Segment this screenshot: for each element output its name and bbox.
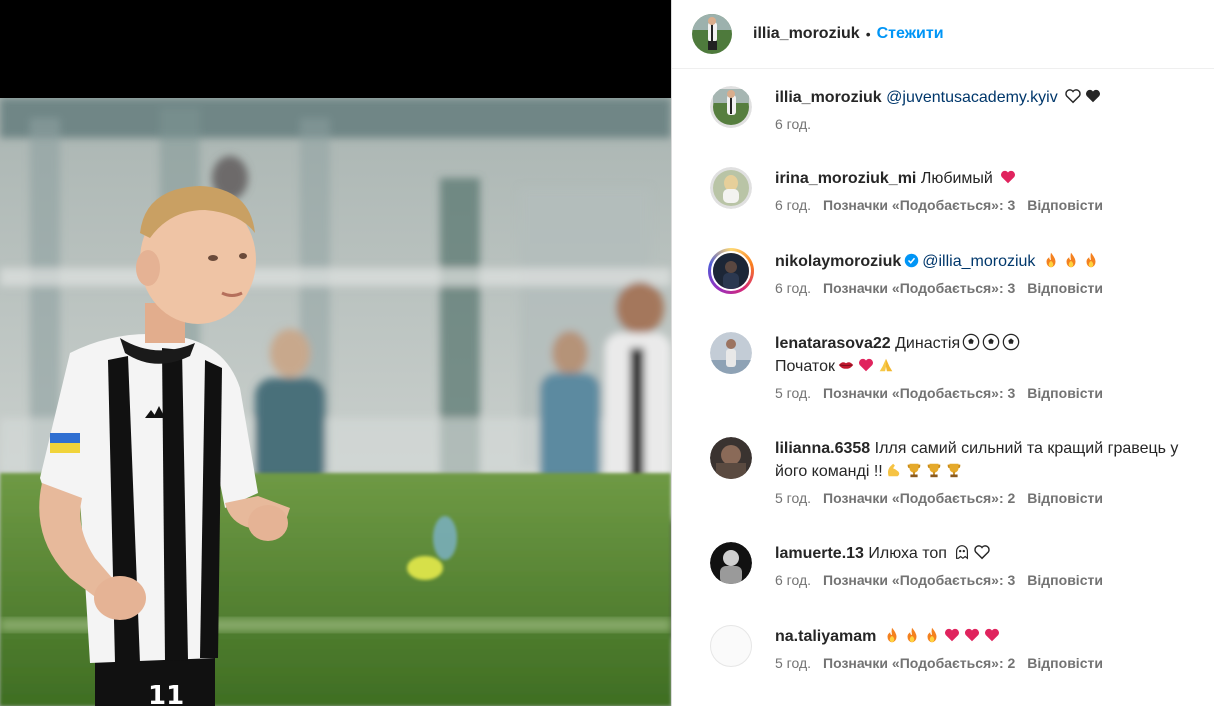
red-heart-icon	[944, 628, 959, 642]
comment-username[interactable]: lenatarasova22	[775, 335, 891, 352]
post-header: illia_moroziuk • Стежити	[672, 0, 1214, 69]
flexed-biceps-icon	[887, 463, 899, 477]
comment-text: Илюха топ	[868, 545, 947, 562]
commenter-avatar[interactable]	[710, 542, 752, 584]
comment-text: Любимый	[920, 170, 993, 187]
post-photo[interactable]: 11	[0, 98, 671, 706]
commenter-avatar[interactable]	[710, 332, 752, 374]
comment-time: 5 год.	[775, 490, 812, 506]
svg-text:11: 11	[148, 681, 184, 706]
reply-button[interactable]: Відповісти	[1027, 572, 1103, 588]
comment-time: 6 год.	[775, 116, 812, 132]
verified-badge-icon	[905, 253, 919, 268]
ghost-icon	[956, 545, 969, 560]
header-separator: •	[865, 26, 871, 42]
kiss-lips-icon	[838, 362, 854, 369]
comment-time: 6 год.	[775, 572, 812, 588]
likes-count-link[interactable]: Позначки «Подобається»: 3	[823, 572, 1015, 588]
commenter-avatar-story-ring[interactable]	[708, 248, 754, 294]
list-item: illia_moroziuk @juventusacademy.kyiv 6 г…	[710, 86, 1214, 132]
comment-username[interactable]: irina_moroziuk_mi	[775, 170, 916, 187]
fire-icon	[1086, 252, 1096, 268]
soccer-ball-icon	[962, 333, 980, 351]
red-heart-icon	[984, 628, 999, 642]
commenter-avatar[interactable]	[710, 86, 752, 128]
fire-icon	[907, 627, 917, 643]
list-item: nikolaymoroziuk @illia_moroziuk 6 год. По…	[708, 248, 1214, 296]
trophy-icon	[907, 463, 921, 478]
comment-username[interactable]: na.taliyamam	[775, 628, 876, 645]
comment-time: 6 год.	[775, 280, 812, 296]
fire-icon	[1066, 252, 1076, 268]
likes-count-link[interactable]: Позначки «Подобається»: 3	[823, 385, 1015, 401]
likes-count-link[interactable]: Позначки «Подобається»: 2	[823, 655, 1015, 671]
likes-count-link[interactable]: Позначки «Подобається»: 2	[823, 490, 1015, 506]
trophy-icon	[947, 463, 961, 478]
reply-button[interactable]: Відповісти	[1027, 280, 1103, 296]
follow-button[interactable]: Стежити	[877, 25, 944, 43]
comment-time: 5 год.	[775, 655, 812, 671]
post-media-panel: 11	[0, 0, 671, 706]
commenter-avatar[interactable]	[710, 437, 752, 479]
list-item: irina_moroziuk_mi Любимый 6 год. Позначк…	[710, 167, 1214, 213]
list-item: lamuerte.13 Илюха топ 6 год. Позначки «П…	[710, 542, 1214, 588]
comment-username[interactable]: nikolaymoroziuk	[775, 253, 901, 270]
white-heart-icon	[974, 545, 991, 560]
likes-count-link[interactable]: Позначки «Подобається»: 3	[823, 197, 1015, 213]
red-heart-icon	[1001, 170, 1016, 184]
comment-time: 5 год.	[775, 385, 812, 401]
comment-time: 6 год.	[775, 197, 812, 213]
soccer-ball-icon	[982, 333, 1000, 351]
comment-mention[interactable]: @juventusacademy.kyiv	[886, 89, 1058, 106]
reply-button[interactable]: Відповісти	[1027, 197, 1103, 213]
comment-text-line2: Початок	[775, 358, 835, 375]
reply-button[interactable]: Відповісти	[1027, 490, 1103, 506]
reply-button[interactable]: Відповісти	[1027, 385, 1103, 401]
trophy-icon	[927, 463, 941, 478]
comment-username[interactable]: lilianna.6358	[775, 440, 870, 457]
white-heart-icon	[1065, 89, 1081, 104]
soccer-ball-icon	[1002, 333, 1020, 351]
red-heart-icon	[964, 628, 979, 642]
red-heart-icon	[858, 358, 874, 372]
fire-icon	[1046, 252, 1056, 268]
folded-hands-icon	[879, 358, 893, 372]
author-avatar[interactable]	[692, 14, 732, 54]
comments-list: illia_moroziuk @juventusacademy.kyiv 6 г…	[672, 69, 1214, 705]
likes-count-link[interactable]: Позначки «Подобається»: 3	[823, 280, 1015, 296]
comment-text: Династія	[895, 335, 961, 352]
list-item: lilianna.6358 Ілля самий сильний та кращ…	[710, 437, 1214, 506]
commenter-avatar[interactable]	[710, 625, 752, 667]
fire-icon	[927, 627, 937, 643]
comment-username[interactable]: lamuerte.13	[775, 545, 864, 562]
author-username[interactable]: illia_moroziuk	[753, 25, 860, 43]
black-heart-icon	[1086, 89, 1101, 103]
comment-mention[interactable]: @illia_moroziuk	[922, 253, 1035, 270]
post-side-panel: illia_moroziuk • Стежити illia_moroziuk	[671, 0, 1214, 706]
comment-username[interactable]: illia_moroziuk	[775, 89, 882, 106]
reply-button[interactable]: Відповісти	[1027, 655, 1103, 671]
commenter-avatar[interactable]	[710, 167, 752, 209]
fire-icon	[887, 627, 897, 643]
list-item: lenatarasova22 Династія Початок 5 год. П…	[710, 332, 1214, 401]
list-item: na.taliyamam 5 год. Позначки «Подобаєтьс…	[710, 625, 1214, 671]
